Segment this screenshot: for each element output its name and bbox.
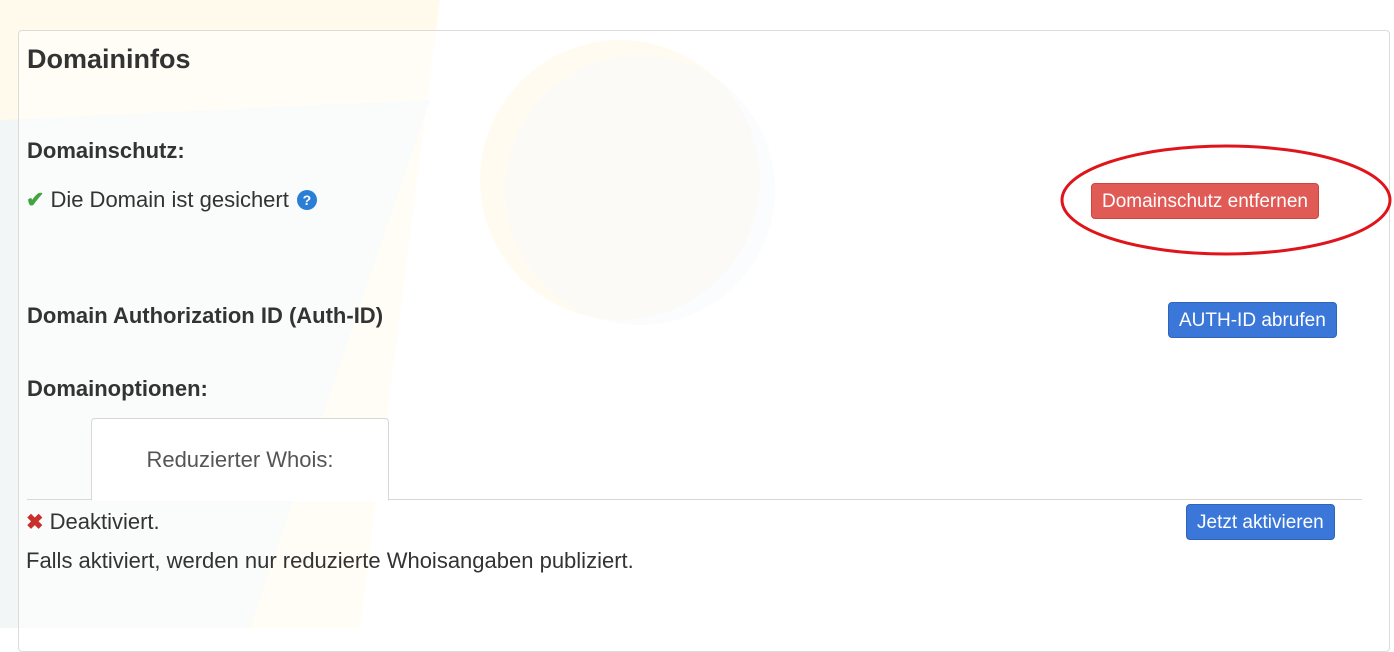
tab-reduced-whois[interactable]: Reduzierter Whois:: [91, 418, 389, 501]
domain-protection-heading: Domainschutz:: [27, 138, 185, 164]
whois-status: ✖ Deaktiviert.: [26, 509, 160, 535]
whois-status-text: Deaktiviert.: [50, 509, 160, 535]
domain-protection-status-text: Die Domain ist gesichert: [50, 187, 288, 213]
domain-options-tabs: Reduzierter Whois:: [27, 418, 1362, 500]
x-icon: ✖: [26, 512, 44, 533]
domain-options-heading: Domainoptionen:: [27, 376, 208, 402]
remove-domain-protection-button[interactable]: Domainschutz entfernen: [1091, 183, 1319, 219]
whois-info-text: Falls aktiviert, werden nur reduzierte W…: [26, 548, 634, 574]
domain-protection-status: ✔ Die Domain ist gesichert ?: [26, 187, 317, 213]
help-icon[interactable]: ?: [297, 190, 317, 210]
auth-id-heading: Domain Authorization ID (Auth-ID): [27, 303, 383, 329]
fetch-auth-id-button[interactable]: AUTH-ID abrufen: [1168, 302, 1337, 338]
activate-now-button[interactable]: Jetzt aktivieren: [1186, 504, 1335, 540]
check-icon: ✔: [26, 189, 44, 211]
page-title: Domaininfos: [27, 44, 191, 75]
